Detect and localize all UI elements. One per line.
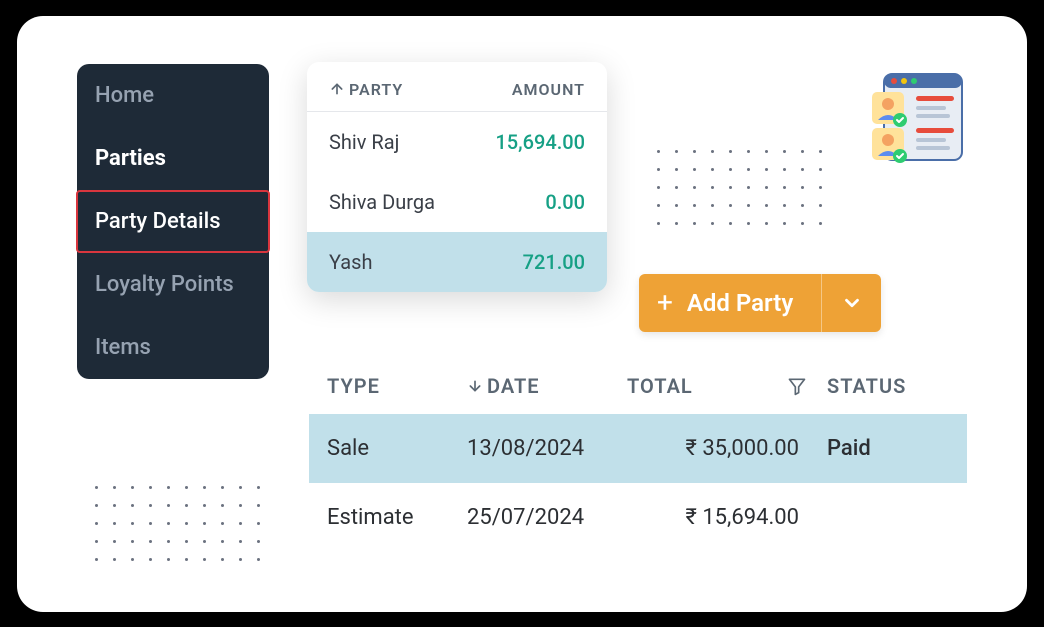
- sidebar-item-parties[interactable]: Parties: [77, 127, 269, 190]
- status-column-header[interactable]: STATUS: [827, 374, 949, 398]
- button-label: Add Party: [687, 289, 793, 317]
- add-party-button-main[interactable]: + Add Party: [639, 274, 821, 332]
- party-amount: 15,694.00: [495, 130, 585, 154]
- party-row[interactable]: Yash 721.00: [307, 232, 607, 292]
- party-name: Shiv Raj: [329, 130, 495, 154]
- transaction-type: Estimate: [327, 505, 467, 530]
- sort-asc-icon: [329, 81, 345, 97]
- party-amount: 721.00: [523, 250, 585, 274]
- party-row[interactable]: Shiva Durga 0.00: [307, 172, 607, 232]
- transaction-status: Paid: [827, 436, 949, 461]
- total-column-header[interactable]: TOTAL: [627, 374, 827, 398]
- chevron-down-icon: [841, 292, 863, 314]
- decorative-dots: [95, 486, 263, 564]
- transactions-table: TYPE DATE TOTAL STATUS Sale 13/08/2024 ₹…: [309, 374, 967, 552]
- sidebar-item-label: Items: [95, 335, 151, 360]
- date-column-header[interactable]: DATE: [467, 374, 627, 398]
- sort-desc-icon: [467, 378, 483, 394]
- transactions-header: TYPE DATE TOTAL STATUS: [309, 374, 967, 414]
- transaction-type: Sale: [327, 436, 467, 461]
- transaction-row[interactable]: Sale 13/08/2024 ₹ 35,000.00 Paid: [309, 414, 967, 483]
- type-column-header[interactable]: TYPE: [327, 374, 467, 398]
- transaction-total: ₹ 35,000.00: [627, 436, 827, 461]
- plus-icon: +: [657, 289, 673, 317]
- sidebar-item-home[interactable]: Home: [77, 64, 269, 127]
- party-list-header: PARTY AMOUNT: [307, 62, 607, 112]
- column-label: PARTY: [349, 80, 403, 99]
- amount-column-header[interactable]: AMOUNT: [512, 80, 585, 99]
- sidebar-item-label: Party Details: [95, 209, 221, 234]
- transaction-date: 13/08/2024: [467, 436, 627, 461]
- transaction-row[interactable]: Estimate 25/07/2024 ₹ 15,694.00: [309, 483, 967, 552]
- column-label: DATE: [487, 374, 540, 398]
- column-label: TOTAL: [627, 374, 693, 398]
- add-party-button[interactable]: + Add Party: [639, 274, 881, 332]
- sidebar-item-label: Loyalty Points: [95, 272, 234, 297]
- app-illustration: [862, 66, 972, 176]
- party-column-header[interactable]: PARTY: [329, 80, 512, 99]
- party-amount: 0.00: [545, 190, 585, 214]
- transaction-date: 25/07/2024: [467, 505, 627, 530]
- column-label: AMOUNT: [512, 80, 585, 99]
- party-name: Yash: [329, 250, 523, 274]
- column-label: STATUS: [827, 374, 906, 398]
- add-party-dropdown-toggle[interactable]: [821, 274, 881, 332]
- column-label: TYPE: [327, 374, 380, 398]
- party-name: Shiva Durga: [329, 190, 545, 214]
- sidebar-item-loyalty-points[interactable]: Loyalty Points: [77, 253, 269, 316]
- sidebar-item-label: Parties: [95, 146, 166, 171]
- party-row[interactable]: Shiv Raj 15,694.00: [307, 112, 607, 172]
- decorative-dots: [657, 150, 825, 228]
- sidebar-item-items[interactable]: Items: [77, 316, 269, 379]
- party-list-card: PARTY AMOUNT Shiv Raj 15,694.00 Shiva Du…: [307, 62, 607, 292]
- sidebar-item-label: Home: [95, 83, 154, 108]
- transaction-total: ₹ 15,694.00: [627, 505, 827, 530]
- sidebar: Home Parties Party Details Loyalty Point…: [77, 64, 269, 379]
- filter-icon[interactable]: [787, 376, 807, 396]
- sidebar-item-party-details[interactable]: Party Details: [76, 190, 270, 253]
